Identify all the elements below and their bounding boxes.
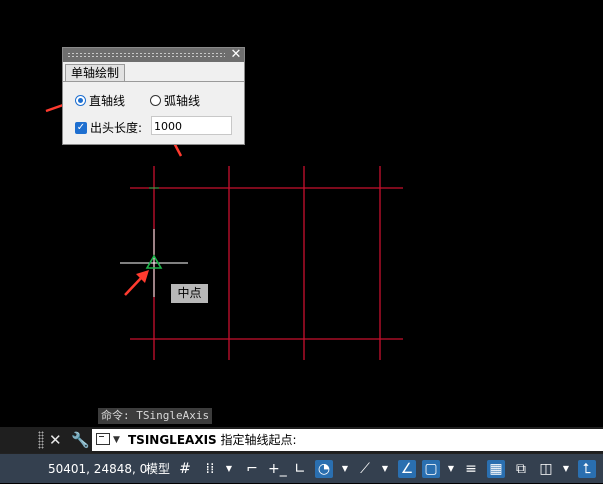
command-history: 命令: TSingleAxis bbox=[98, 408, 213, 424]
annotation-arrow-snap bbox=[124, 270, 149, 296]
command-line-bar: ✕ 🔧 ▼ TSINGLEAXIS 指定轴线起点: bbox=[0, 427, 603, 453]
3d-object-snap-icon[interactable]: ◫ bbox=[537, 460, 555, 478]
command-prompt-icon[interactable] bbox=[96, 433, 110, 445]
command-close-icon[interactable]: ✕ bbox=[49, 430, 62, 450]
model-space-button[interactable]: 模型 bbox=[146, 454, 170, 484]
coordinate-readout[interactable]: 50401, 24848, 0 bbox=[48, 454, 147, 484]
snap-dropdown-icon[interactable]: ▼ bbox=[225, 460, 233, 478]
transparency-icon[interactable]: ▦ bbox=[487, 460, 505, 478]
dynamic-input-icon[interactable]: +_ bbox=[268, 460, 287, 478]
overhang-length-input[interactable]: 1000 bbox=[151, 116, 232, 135]
object-snap-dropdown-icon[interactable]: ▼ bbox=[447, 460, 455, 478]
palette-drag-grip[interactable] bbox=[67, 52, 225, 58]
radio-arc-axis[interactable]: 弧轴线 bbox=[150, 92, 200, 109]
polar-tracking-icon[interactable]: ◔ bbox=[315, 460, 333, 478]
snap-mode-icon[interactable]: ⁞⁞ bbox=[201, 460, 219, 478]
command-name: TSINGLEAXIS bbox=[128, 433, 217, 447]
radio-unselected-icon[interactable] bbox=[150, 95, 161, 106]
status-bar: 50401, 24848, 0 模型 # ⁞⁞ ▼ ⌐ +_ ∟ ◔ ▼ ⟋ ▼… bbox=[0, 453, 603, 483]
palette-title-bar[interactable]: ✕ bbox=[63, 48, 244, 62]
object-snap-icon[interactable]: ▢ bbox=[422, 460, 440, 478]
radio-straight-axis-label: 直轴线 bbox=[89, 94, 126, 108]
ucs-icon[interactable]: ⮤ bbox=[578, 460, 596, 478]
command-prompt: 指定轴线起点: bbox=[216, 433, 297, 447]
command-text: TSINGLEAXIS 指定轴线起点: bbox=[128, 429, 297, 451]
overhang-length-label: 出头长度: bbox=[90, 121, 143, 135]
isodraft-dropdown-icon[interactable]: ▼ bbox=[381, 460, 389, 478]
command-history-dropdown-icon[interactable]: ▼ bbox=[113, 430, 120, 450]
command-line-grip[interactable] bbox=[38, 431, 44, 449]
command-input[interactable]: ▼ TSINGLEAXIS 指定轴线起点: bbox=[92, 429, 603, 451]
selection-cycling-icon[interactable]: ⧉ bbox=[512, 460, 530, 478]
grid-icon[interactable]: # bbox=[176, 460, 194, 478]
single-axis-palette: ✕ 单轴绘制 直轴线 弧轴线 ✓ 出头长度: 1000 bbox=[62, 47, 245, 145]
object-snap-tracking-icon[interactable]: ∠ bbox=[398, 460, 416, 478]
overhang-checkbox-row[interactable]: ✓ 出头长度: bbox=[75, 119, 142, 136]
isodraft-icon[interactable]: ⟋ bbox=[356, 460, 374, 478]
command-settings-wrench-icon[interactable]: 🔧 bbox=[71, 430, 90, 450]
snap-tooltip: 中点 bbox=[171, 284, 208, 303]
3d-snap-dropdown-icon[interactable]: ▼ bbox=[562, 460, 570, 478]
radio-arc-axis-label: 弧轴线 bbox=[164, 94, 201, 108]
palette-close-icon[interactable]: ✕ bbox=[229, 48, 243, 62]
infer-constraints-icon[interactable]: ⌐ bbox=[243, 460, 261, 478]
checkbox-checked-icon[interactable]: ✓ bbox=[75, 121, 87, 134]
ortho-mode-icon[interactable]: ∟ bbox=[291, 460, 309, 478]
radio-selected-icon[interactable] bbox=[75, 95, 86, 106]
lineweight-icon[interactable]: ≡ bbox=[462, 460, 480, 478]
radio-straight-axis[interactable]: 直轴线 bbox=[75, 92, 125, 109]
polar-dropdown-icon[interactable]: ▼ bbox=[341, 460, 349, 478]
palette-tab[interactable]: 单轴绘制 bbox=[65, 64, 126, 82]
palette-tab-divider bbox=[63, 81, 244, 82]
